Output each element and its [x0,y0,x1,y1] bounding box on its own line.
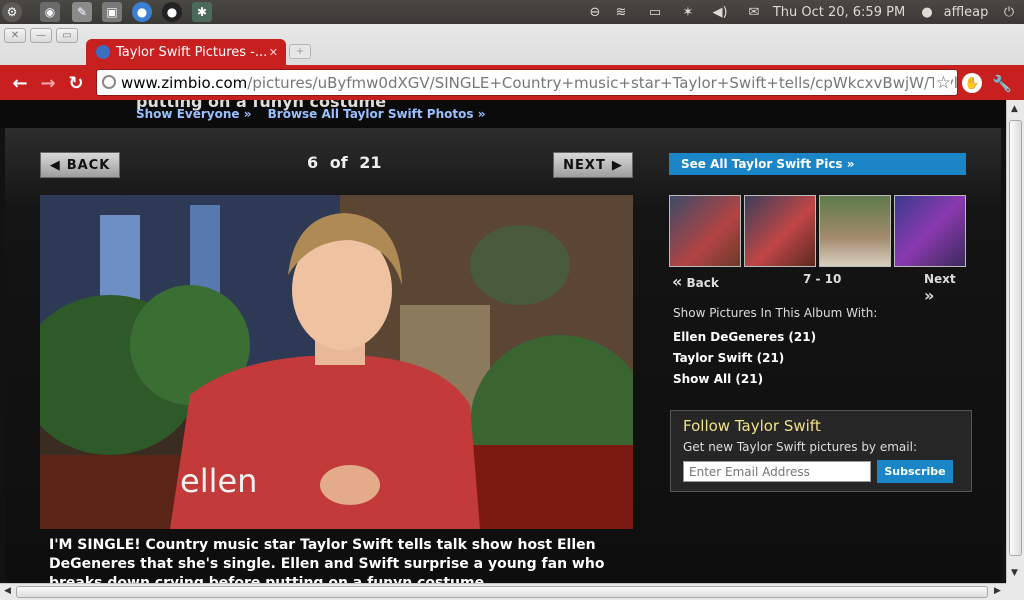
back-nav-icon[interactable]: ← [10,73,30,94]
album-heading: Show Pictures In This Album With: [673,306,878,320]
horizontal-scrollbar[interactable]: ◀ ▶ [0,583,1006,600]
launcher-app-icon[interactable]: ◉ [40,2,60,22]
subscribe-button[interactable]: Subscribe [877,460,953,483]
photo-counter: 6 of 21 [307,153,382,172]
url-path: /pictures/uByfmw0dXGV/SINGLE+Country+mus… [247,73,958,92]
thumbnail-1[interactable] [669,195,741,267]
forward-nav-icon[interactable]: → [38,73,58,94]
scroll-up-icon[interactable]: ▲ [1011,104,1018,114]
browse-all-link[interactable]: Browse All Taylor Swift Photos » [268,107,486,121]
bluetooth-icon[interactable]: ✶ [680,3,696,21]
status-indicator-icon[interactable]: ⊖ [586,3,604,21]
settings-app-icon[interactable]: ✱ [192,2,212,22]
address-bar[interactable]: www.zimbio.com/pictures/uByfmw0dXGV/SING… [96,69,958,96]
wrench-menu-icon[interactable]: 🔧 [992,73,1012,93]
page-viewport: putting on a funyn costume Show Everyone… [0,100,1006,583]
power-icon[interactable]: ⏻ [1000,3,1018,21]
gallery-main: ◀ BACK 6 of 21 NEXT ▶ ellen I'M SINGLE! … [5,128,1001,583]
window-close-button[interactable]: ✕ [4,28,26,43]
vertical-scroll-thumb[interactable] [1009,120,1022,556]
show-everyone-link[interactable]: Show Everyone » [136,107,251,121]
battery-icon[interactable]: ▭ [642,3,668,21]
thumb-next-link[interactable]: Next » [924,272,968,305]
back-button[interactable]: ◀ BACK [40,152,120,178]
double-left-icon: « [672,272,683,291]
user-status-icon[interactable]: ● [918,3,936,21]
window-minimize-button[interactable]: — [30,28,52,43]
thumb-back-link[interactable]: « Back [672,272,719,291]
album-link-ellen[interactable]: Ellen DeGeneres (21) [673,330,816,344]
browser-tab[interactable]: Taylor Swift Pictures -... ✕ [86,39,286,65]
bookmark-star-icon[interactable]: ☆ [933,73,951,93]
next-button[interactable]: NEXT ▶ [553,152,633,178]
browser-toolbar: ← → ↻ www.zimbio.com/pictures/uByfmw0dXG… [0,65,1024,100]
thumb-range: 7 - 10 [803,272,842,286]
thumbnail-3[interactable] [819,195,891,267]
wifi-icon[interactable]: ≋ [611,3,631,21]
tab-close-icon[interactable]: ✕ [269,46,278,59]
scroll-left-icon[interactable]: ◀ [4,586,11,596]
follow-title: Follow Taylor Swift [683,417,821,435]
favicon-icon [96,45,110,59]
adblock-extension-icon[interactable]: ✋ [962,73,982,93]
left-triangle-icon: ◀ [49,157,61,173]
datetime[interactable]: Thu Oct 20, 6:59 PM [770,3,908,21]
ellen-watermark: ellen [180,462,257,500]
horizontal-scroll-thumb[interactable] [16,586,988,598]
text-editor-icon[interactable]: ✎ [72,2,92,22]
vertical-scrollbar[interactable]: ▲ ▼ [1006,100,1024,583]
follow-box: Follow Taylor Swift Get new Taylor Swift… [670,410,972,492]
browser-chrome: ✕ — ▭ Taylor Swift Pictures -... ✕ + ← →… [0,24,1024,100]
url-domain: www.zimbio.com [121,73,248,92]
double-right-icon: » [924,286,935,305]
see-all-pics-link[interactable]: See All Taylor Swift Pics » [669,153,966,175]
mail-icon[interactable]: ✉ [744,3,764,21]
counter-total: 21 [359,153,382,172]
header-strip: putting on a funyn costume Show Everyone… [0,100,1006,128]
tab-title: Taylor Swift Pictures -... [116,44,268,60]
reload-icon[interactable]: ↻ [66,73,86,94]
scroll-right-icon[interactable]: ▶ [994,586,1001,596]
back-button-label: BACK [66,157,111,173]
terminal-icon[interactable]: ▣ [102,2,122,22]
site-info-icon[interactable] [102,75,116,89]
chrome-browser-icon[interactable]: ● [132,2,152,22]
right-triangle-icon: ▶ [611,157,623,173]
user-name[interactable]: affleap [940,3,992,21]
system-panel: ⚙ ◉ ✎ ▣ ● ● ✱ ⊖ ≋ ▭ ✶ ◀) ✉ Thu Oct 20, 6… [0,0,1024,24]
media-player-icon[interactable]: ● [162,2,182,22]
scroll-down-icon[interactable]: ▼ [1011,568,1018,578]
thumb-back-label: Back [686,276,719,290]
photo-caption: I'M SINGLE! Country music star Taylor Sw… [49,537,605,583]
follow-subtitle: Get new Taylor Swift pictures by email: [683,440,917,454]
ubuntu-logo-icon[interactable]: ⚙ [2,2,22,22]
main-photo[interactable]: ellen [40,195,633,529]
new-tab-button[interactable]: + [289,44,311,59]
album-link-taylor[interactable]: Taylor Swift (21) [673,351,784,365]
window-maximize-button[interactable]: ▭ [56,28,78,43]
thumb-next-label: Next [924,272,956,286]
volume-icon[interactable]: ◀) [709,3,731,21]
scroll-corner [1006,583,1024,600]
counter-current: 6 [307,153,319,172]
counter-of: of [329,153,348,172]
photo-illustration: ellen [40,195,633,529]
next-button-label: NEXT [563,157,606,173]
top-links: Show Everyone » Browse All Taylor Swift … [136,107,497,121]
email-input[interactable] [683,461,871,482]
thumbnail-4[interactable] [894,195,966,267]
album-link-show-all[interactable]: Show All (21) [673,372,763,386]
thumbnail-2[interactable] [744,195,816,267]
